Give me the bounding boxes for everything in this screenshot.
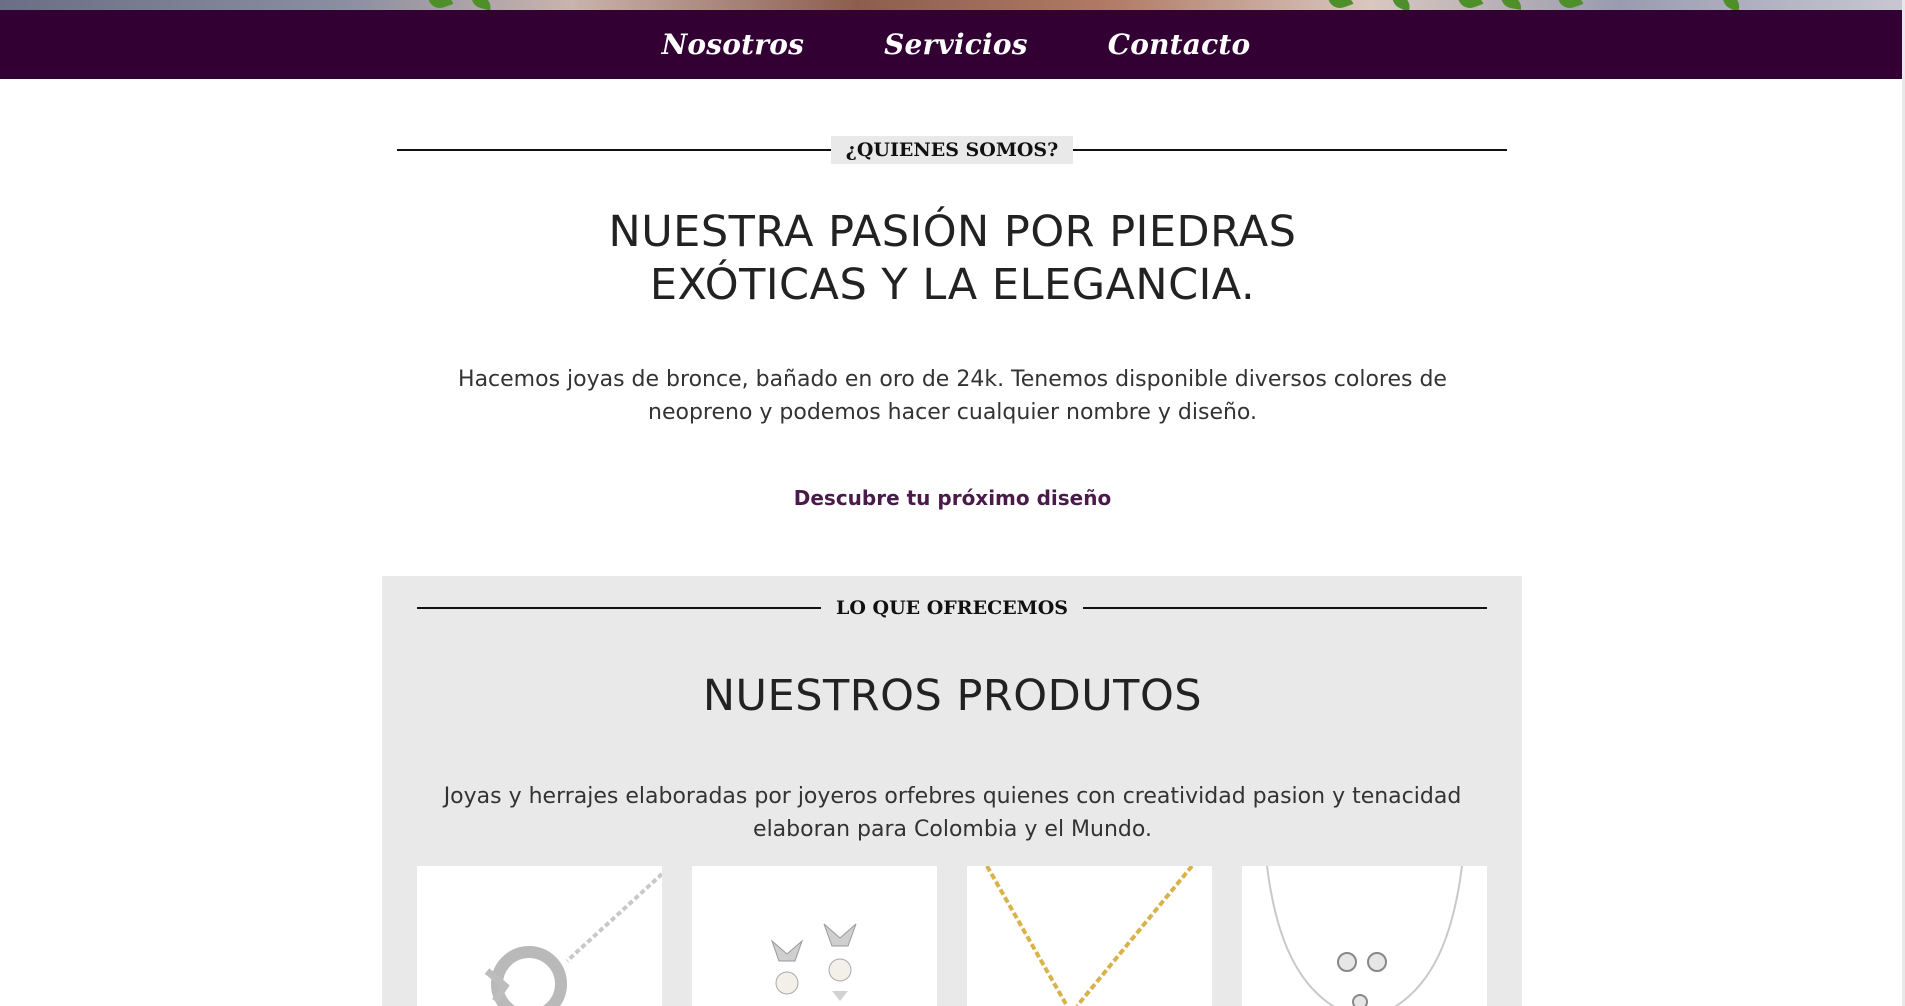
heading-rule-left xyxy=(417,607,822,609)
about-headline-line2: EXÓTICAS Y LA ELEGANCIA. xyxy=(649,260,1256,310)
leaf-decoration xyxy=(428,0,454,10)
leaf-decoration xyxy=(1388,0,1414,10)
leaf-decoration xyxy=(1558,0,1584,10)
heading-rule-left xyxy=(397,149,831,151)
gold-necklace-image xyxy=(985,866,1194,1006)
leaf-decoration xyxy=(1499,0,1523,10)
leaf-decoration xyxy=(1718,0,1744,10)
products-headline: NUESTROS PRODUTOS xyxy=(702,671,1203,721)
about-headline-line1: NUESTRA PASIÓN POR PIEDRAS xyxy=(608,207,1297,257)
leaf-decoration xyxy=(1458,0,1484,10)
product-card-silver-chain-pendant[interactable] xyxy=(417,866,662,1006)
about-description: Hacemos joyas de bronce, bañado en oro d… xyxy=(458,367,1447,425)
offer-section-heading: LO QUE OFRECEMOS xyxy=(417,594,1487,622)
product-card-silver-necklace-studs[interactable] xyxy=(1242,866,1487,1006)
heading-rule-right xyxy=(1082,607,1487,609)
silver-necklace-studs-image xyxy=(1266,866,1463,1006)
main-navigation: Nosotros Servicios Contacto xyxy=(0,10,1902,79)
nav-link-nosotros[interactable]: Nosotros xyxy=(662,28,804,61)
nav-link-contacto[interactable]: Contacto xyxy=(1108,28,1251,61)
about-section-label: ¿QUIENES SOMOS? xyxy=(830,136,1074,164)
hero-image-strip xyxy=(0,0,1905,10)
products-description: Joyas y herrajes elaboradas por joyeros … xyxy=(443,784,1462,842)
nav-link-servicios[interactable]: Servicios xyxy=(884,28,1028,61)
heading-rule-right xyxy=(1073,149,1507,151)
product-card-gold-necklace[interactable] xyxy=(967,866,1212,1006)
silver-chain-pendant-image xyxy=(484,872,662,1006)
butterfly-earrings-image xyxy=(770,923,857,1001)
leaf-decoration xyxy=(468,0,494,10)
about-section-heading: ¿QUIENES SOMOS? xyxy=(397,136,1507,164)
about-headline: NUESTRA PASIÓN POR PIEDRAS EXÓTICAS Y LA… xyxy=(0,206,1905,312)
offer-section-label: LO QUE OFRECEMOS xyxy=(836,597,1068,619)
discover-design-link[interactable]: Descubre tu próximo diseño xyxy=(0,486,1905,510)
leaf-decoration xyxy=(1328,0,1354,10)
product-card-butterfly-earrings[interactable] xyxy=(692,866,937,1006)
